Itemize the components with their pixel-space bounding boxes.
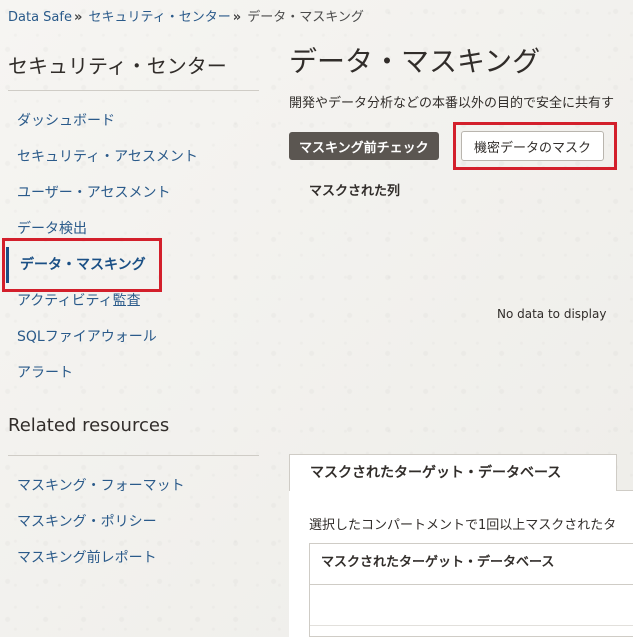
breadcrumb-current: データ・マスキング xyxy=(247,10,364,25)
related-nav: マスキング・フォーマット マスキング・ポリシー マスキング前レポート xyxy=(0,468,262,576)
sidebar-title: セキュリティ・センター xyxy=(8,54,227,78)
masked-targets-table: マスクされたターゲット・データベース xyxy=(309,543,633,637)
related-resources-title: Related resources xyxy=(8,415,170,436)
sidebar-item-sql-firewall[interactable]: SQLファイアウォール xyxy=(0,319,262,355)
sidebar-item-security-assessment[interactable]: セキュリティ・アセスメント xyxy=(0,139,262,175)
breadcrumb-link-security-center[interactable]: セキュリティ・センター xyxy=(89,10,231,25)
related-item-masking-formats[interactable]: マスキング・フォーマット xyxy=(0,468,262,504)
table-header-masked-target-db[interactable]: マスクされたターゲット・データベース xyxy=(310,544,633,585)
breadcrumb-link-data-safe[interactable]: Data Safe xyxy=(8,10,72,25)
highlight-box-mask-button xyxy=(453,122,617,170)
page-title: データ・マスキング xyxy=(289,45,541,78)
sidebar-item-user-assessment[interactable]: ユーザー・アセスメント xyxy=(0,175,262,211)
highlight-box-sidebar xyxy=(2,238,162,292)
sidebar-item-alerts[interactable]: アラート xyxy=(0,355,262,391)
sidebar-divider xyxy=(8,90,259,91)
related-item-masking-policies[interactable]: マスキング・ポリシー xyxy=(0,504,262,540)
masked-columns-label: マスクされた列 xyxy=(309,184,401,199)
related-item-pre-masking-reports[interactable]: マスキング前レポート xyxy=(0,540,262,576)
no-data-message: No data to display xyxy=(497,307,607,321)
tab-masked-target-databases[interactable]: マスクされたターゲット・データベース xyxy=(289,454,617,491)
breadcrumb-separator: » xyxy=(232,10,242,25)
pre-masking-check-button[interactable]: マスキング前チェック xyxy=(289,132,439,160)
breadcrumb-separator: » xyxy=(73,10,83,25)
related-divider xyxy=(8,455,259,456)
table-row xyxy=(310,585,633,626)
tab-panel-description: 選択したコンパートメントで1回以上マスクされたタ xyxy=(309,518,617,533)
page-description: 開発やデータ分析などの本番以外の目的で安全に共有す xyxy=(289,96,615,111)
sidebar-item-dashboard[interactable]: ダッシュボード xyxy=(0,103,262,139)
breadcrumb: Data Safe» セキュリティ・センター» データ・マスキング xyxy=(8,6,364,25)
